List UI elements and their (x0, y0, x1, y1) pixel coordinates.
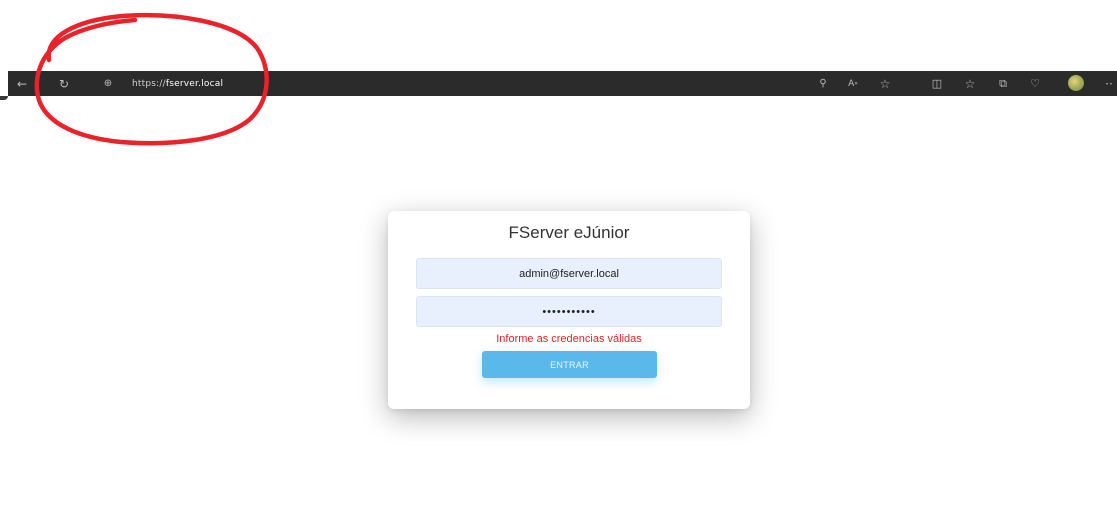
collections-icon[interactable]: ⧉ (996, 71, 1010, 96)
profile-avatar[interactable] (1068, 75, 1084, 91)
split-screen-icon[interactable]: ◫ (930, 71, 944, 96)
address-bar[interactable]: https://fserver.local (132, 71, 223, 96)
url-host: fserver.local (165, 78, 224, 89)
error-message: Informe as credencias válidas (496, 333, 642, 345)
password-field[interactable] (416, 296, 722, 327)
star-icon[interactable]: ☆ (878, 71, 892, 96)
login-button[interactable]: ENTRAR (482, 351, 657, 378)
reload-icon[interactable]: ↻ (56, 71, 72, 96)
read-aloud-icon[interactable]: A» (846, 71, 860, 96)
url-scheme: https:// (132, 78, 166, 89)
more-icon[interactable]: ·· (1103, 71, 1115, 96)
key-icon[interactable]: ⚲ (816, 71, 830, 96)
back-arrow-icon[interactable]: ← (14, 71, 30, 96)
heart-icon[interactable]: ♡ (1028, 71, 1042, 96)
email-field[interactable] (416, 258, 722, 289)
browser-toolbar: ← ↻ ⊕ https://fserver.local ⚲ A» ☆ ◫ ☆ ⧉… (8, 71, 1117, 96)
favorites-icon[interactable]: ☆ (963, 71, 977, 96)
lock-icon[interactable]: ⊕ (100, 71, 116, 96)
window-edge (0, 96, 8, 100)
login-card: FServer eJúnior Informe as credencias vá… (388, 211, 750, 409)
login-title: FServer eJúnior (508, 223, 630, 242)
